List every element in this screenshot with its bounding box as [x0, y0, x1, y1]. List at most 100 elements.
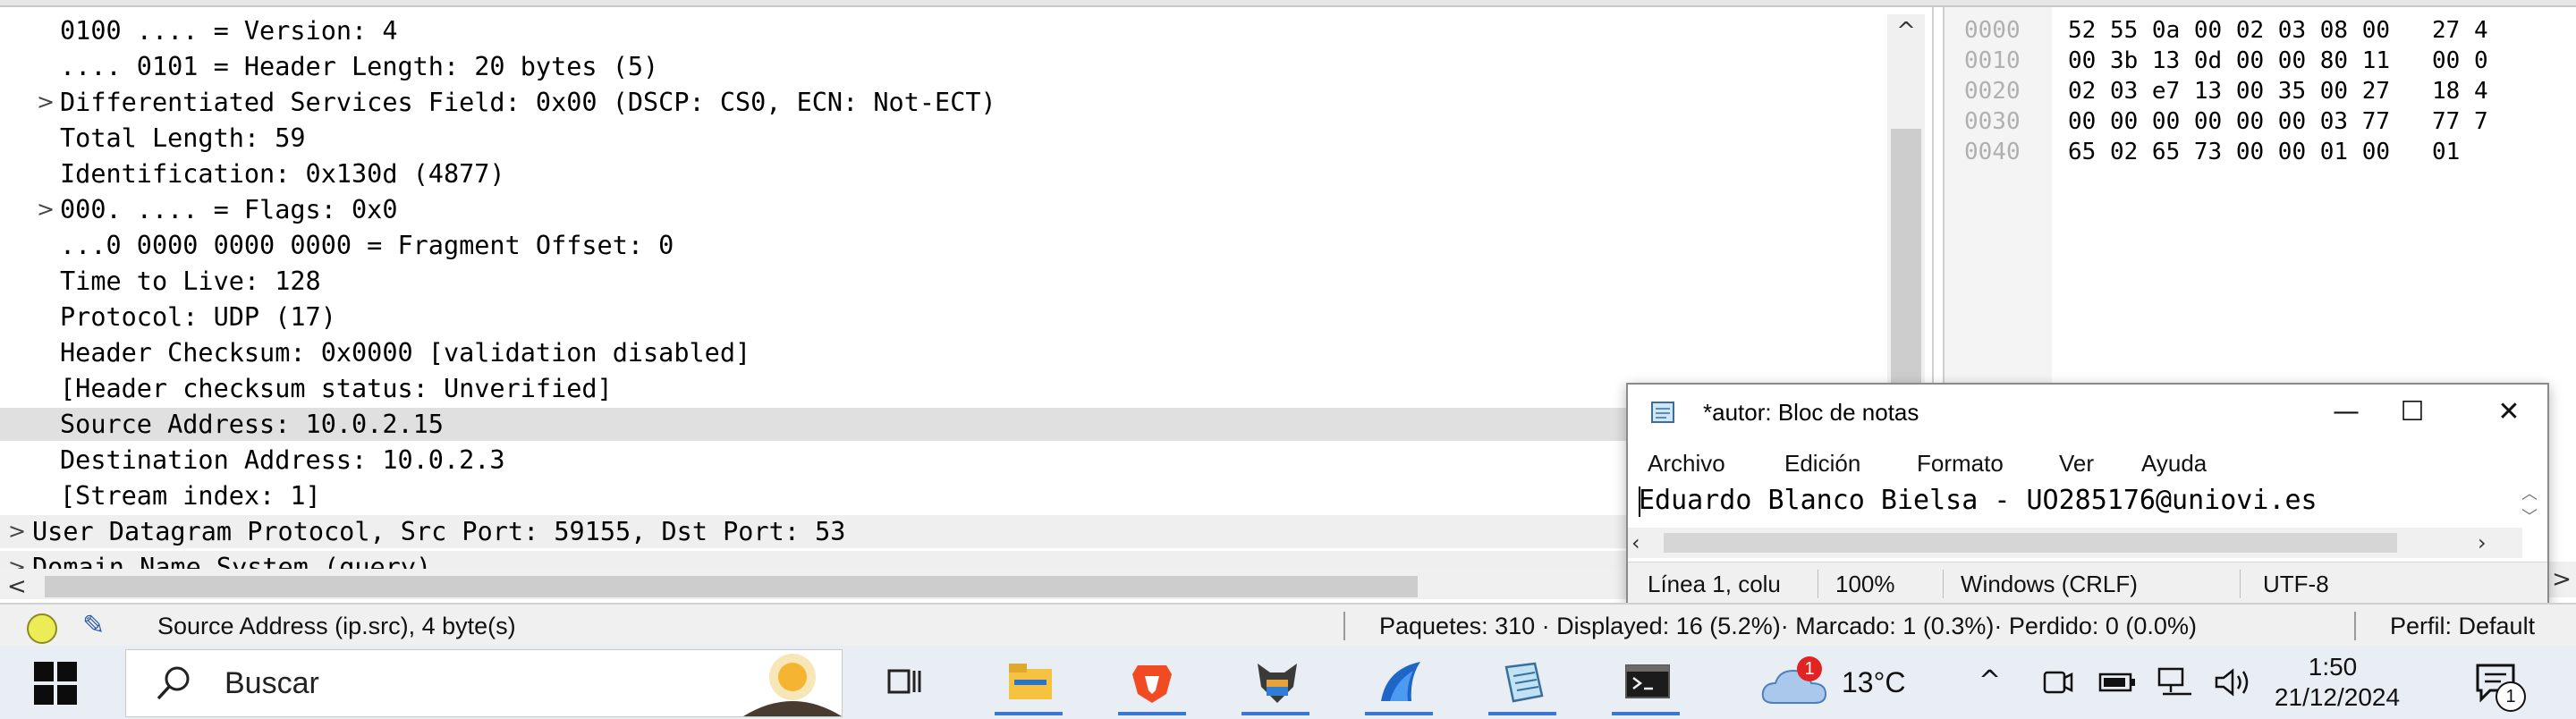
- notepad-window[interactable]: *autor: Bloc de notas — ☐ ✕ Archivo Edic…: [1626, 383, 2549, 608]
- notepad-content[interactable]: Eduardo Blanco Bielsa - UO285176@uniovi.…: [1639, 481, 2318, 520]
- tree-row-fragment-offset[interactable]: ...0 0000 0000 0000 = Fragment Offset: 0: [0, 229, 1885, 262]
- terminal-icon[interactable]: [1603, 649, 1689, 715]
- scroll-right-arrow-icon[interactable]: ›: [2478, 528, 2504, 558]
- hex-bytes[interactable]: 65 02 65 73 00 00 01 00 01: [2068, 138, 2460, 166]
- scroll-right-arrow-icon[interactable]: >: [2547, 562, 2576, 597]
- speaker-icon[interactable]: [2213, 665, 2254, 699]
- tree-row-stream-index[interactable]: [Stream index: 1]: [0, 479, 1885, 512]
- windows-taskbar: Buscar 1 13°C ^ 1:50 21/12/2024 1: [0, 646, 2576, 719]
- tree-row-label: Destination Address: 10.0.2.3: [60, 445, 505, 475]
- notepad-icon: [1651, 402, 1674, 423]
- expand-arrow-icon[interactable]: >: [32, 193, 59, 226]
- tree-row-protocol[interactable]: Protocol: UDP (17): [0, 300, 1885, 334]
- status-separator: [1343, 612, 1348, 640]
- hex-offset: 0040: [1964, 139, 2021, 165]
- tree-row-checksum[interactable]: Header Checksum: 0x0000 [validation disa…: [0, 336, 1885, 369]
- expand-arrow-icon[interactable]: >: [4, 515, 30, 548]
- hex-bytes[interactable]: 00 3b 13 0d 00 00 80 11 00 0: [2068, 47, 2488, 75]
- active-indicator: [1241, 712, 1309, 715]
- expand-arrow-icon[interactable]: >: [32, 86, 59, 119]
- tree-row-label: Identification: 0x130d (4877): [60, 159, 505, 189]
- menu-archivo[interactable]: Archivo: [1648, 445, 1725, 481]
- notepad-text-area[interactable]: Eduardo Blanco Bielsa - UO285176@uniovi.…: [1628, 481, 2547, 560]
- profile-label[interactable]: Perfil: Default: [2390, 605, 2535, 647]
- brave-browser-icon[interactable]: [1109, 649, 1195, 715]
- search-placeholder: Buscar: [225, 666, 319, 700]
- battery-icon[interactable]: [2098, 667, 2138, 698]
- chevron-up-icon[interactable]: ^: [1979, 664, 2001, 699]
- wireshark-capture-icon[interactable]: [1233, 649, 1318, 715]
- tree-row-flags[interactable]: >000. .... = Flags: 0x0: [0, 193, 1885, 226]
- weather-alert-badge: 1: [1797, 656, 1822, 681]
- hex-offset: 0000: [1964, 17, 2021, 44]
- tree-row-version[interactable]: 0100 .... = Version: 4: [0, 14, 1885, 47]
- tree-row-checksum-status[interactable]: [Header checksum status: Unverified]: [0, 372, 1885, 405]
- hex-bytes[interactable]: 52 55 0a 00 02 03 08 00 27 4: [2068, 16, 2488, 45]
- hex-bytes[interactable]: 00 00 00 00 00 00 03 77 77 7: [2068, 107, 2488, 136]
- tree-row-udp[interactable]: > User Datagram Protocol, Src Port: 59155…: [0, 515, 1885, 548]
- tree-row-label: Time to Live: 128: [60, 266, 321, 296]
- tree-row-destination-address[interactable]: Destination Address: 10.0.2.3: [0, 444, 1885, 477]
- tree-row-label: Header Checksum: 0x0000 [validation disa…: [60, 338, 751, 368]
- tree-row-header-length[interactable]: .... 0101 = Header Length: 20 bytes (5): [0, 50, 1885, 83]
- scroll-thumb[interactable]: [1664, 533, 2397, 553]
- notepad-menu-bar: Archivo Edición Formato Ver Ayuda: [1628, 445, 2547, 481]
- field-info: Source Address (ip.src), 4 byte(s): [157, 613, 516, 639]
- wireshark-status-bar: ✎ Source Address (ip.src), 4 byte(s) Paq…: [0, 603, 2576, 647]
- zoom-level: 100%: [1835, 571, 1895, 597]
- cursor-position: Línea 1, colu: [1648, 571, 1781, 597]
- weather-widget[interactable]: 1 13°C: [1758, 651, 1954, 714]
- meet-now-icon[interactable]: [2039, 665, 2075, 699]
- scroll-left-arrow-icon[interactable]: ‹: [1631, 528, 1658, 558]
- tree-row-label: 0100 .... = Version: 4: [60, 16, 398, 46]
- hex-bytes[interactable]: 02 03 e7 13 00 35 00 27 18 4: [2068, 77, 2488, 106]
- notepad-vertical-scrollbar[interactable]: ︿ ﹀: [2513, 481, 2546, 528]
- clock-date[interactable]: 21/12/2024: [2270, 681, 2404, 714]
- scroll-thumb[interactable]: [45, 576, 1418, 597]
- tree-row-identification[interactable]: Identification: 0x130d (4877): [0, 157, 1885, 190]
- clock-time[interactable]: 1:50: [2279, 651, 2386, 683]
- menu-ayuda[interactable]: Ayuda: [2141, 445, 2207, 481]
- expert-info-led-icon[interactable]: [27, 613, 57, 644]
- tree-row-dsfield[interactable]: > Differentiated Services Field: 0x00 (DS…: [0, 86, 1885, 119]
- wireshark-icon[interactable]: [1356, 649, 1442, 715]
- search-highlight-sun-icon: [743, 654, 842, 716]
- notification-count-badge: 1: [2496, 681, 2526, 712]
- tree-row-label: Total Length: 59: [60, 123, 306, 153]
- tree-row-label: User Datagram Protocol, Src Port: 59155,…: [32, 517, 846, 546]
- menu-ver[interactable]: Ver: [2059, 445, 2094, 481]
- scroll-down-chevron-icon[interactable]: ﹀: [2513, 504, 2546, 528]
- capture-comment-icon[interactable]: ✎: [82, 608, 118, 644]
- active-indicator: [1118, 712, 1186, 715]
- menu-edicion[interactable]: Edición: [1784, 445, 1860, 481]
- hex-offset: 0020: [1964, 78, 2021, 105]
- file-explorer-icon[interactable]: [986, 649, 1072, 715]
- close-button[interactable]: ✕: [2469, 385, 2547, 440]
- active-indicator: [1365, 712, 1433, 715]
- tree-row-source-address[interactable]: Source Address: 10.0.2.15: [0, 408, 1885, 441]
- scroll-left-arrow-icon[interactable]: <: [7, 569, 34, 599]
- active-indicator: [1612, 712, 1680, 715]
- notepad-taskbar-icon[interactable]: [1479, 649, 1565, 715]
- scroll-up-arrow-icon[interactable]: ^: [1887, 14, 1925, 48]
- windows-start-icon[interactable]: [34, 662, 77, 705]
- tree-row-total-length[interactable]: Total Length: 59: [0, 122, 1885, 155]
- notepad-horizontal-scrollbar[interactable]: ‹ ›: [1628, 528, 2522, 558]
- menu-formato[interactable]: Formato: [1917, 445, 2004, 481]
- active-indicator: [1488, 712, 1556, 715]
- hex-offset: 0030: [1964, 108, 2021, 135]
- scroll-up-chevron-icon[interactable]: ︿: [2513, 481, 2546, 504]
- tree-row-label: .... 0101 = Header Length: 20 bytes (5): [60, 52, 659, 81]
- tree-row-ttl[interactable]: Time to Live: 128: [0, 265, 1885, 298]
- window-top-border: [0, 0, 2576, 7]
- notepad-status-bar: Línea 1, colu 100% Windows (CRLF) UTF-8: [1628, 562, 2547, 605]
- tree-row-label: [Stream index: 1]: [60, 481, 321, 511]
- tree-row-label: 000. .... = Flags: 0x0: [60, 195, 398, 224]
- network-icon[interactable]: [2156, 665, 2197, 699]
- tree-row-label: [Header checksum status: Unverified]: [60, 374, 613, 403]
- task-view-icon[interactable]: [862, 649, 948, 715]
- taskbar-search-box[interactable]: Buscar: [125, 649, 843, 717]
- maximize-button[interactable]: ☐: [2372, 385, 2453, 440]
- hex-offset: 0010: [1964, 47, 2021, 74]
- notepad-title-bar[interactable]: *autor: Bloc de notas — ☐ ✕: [1628, 385, 2547, 440]
